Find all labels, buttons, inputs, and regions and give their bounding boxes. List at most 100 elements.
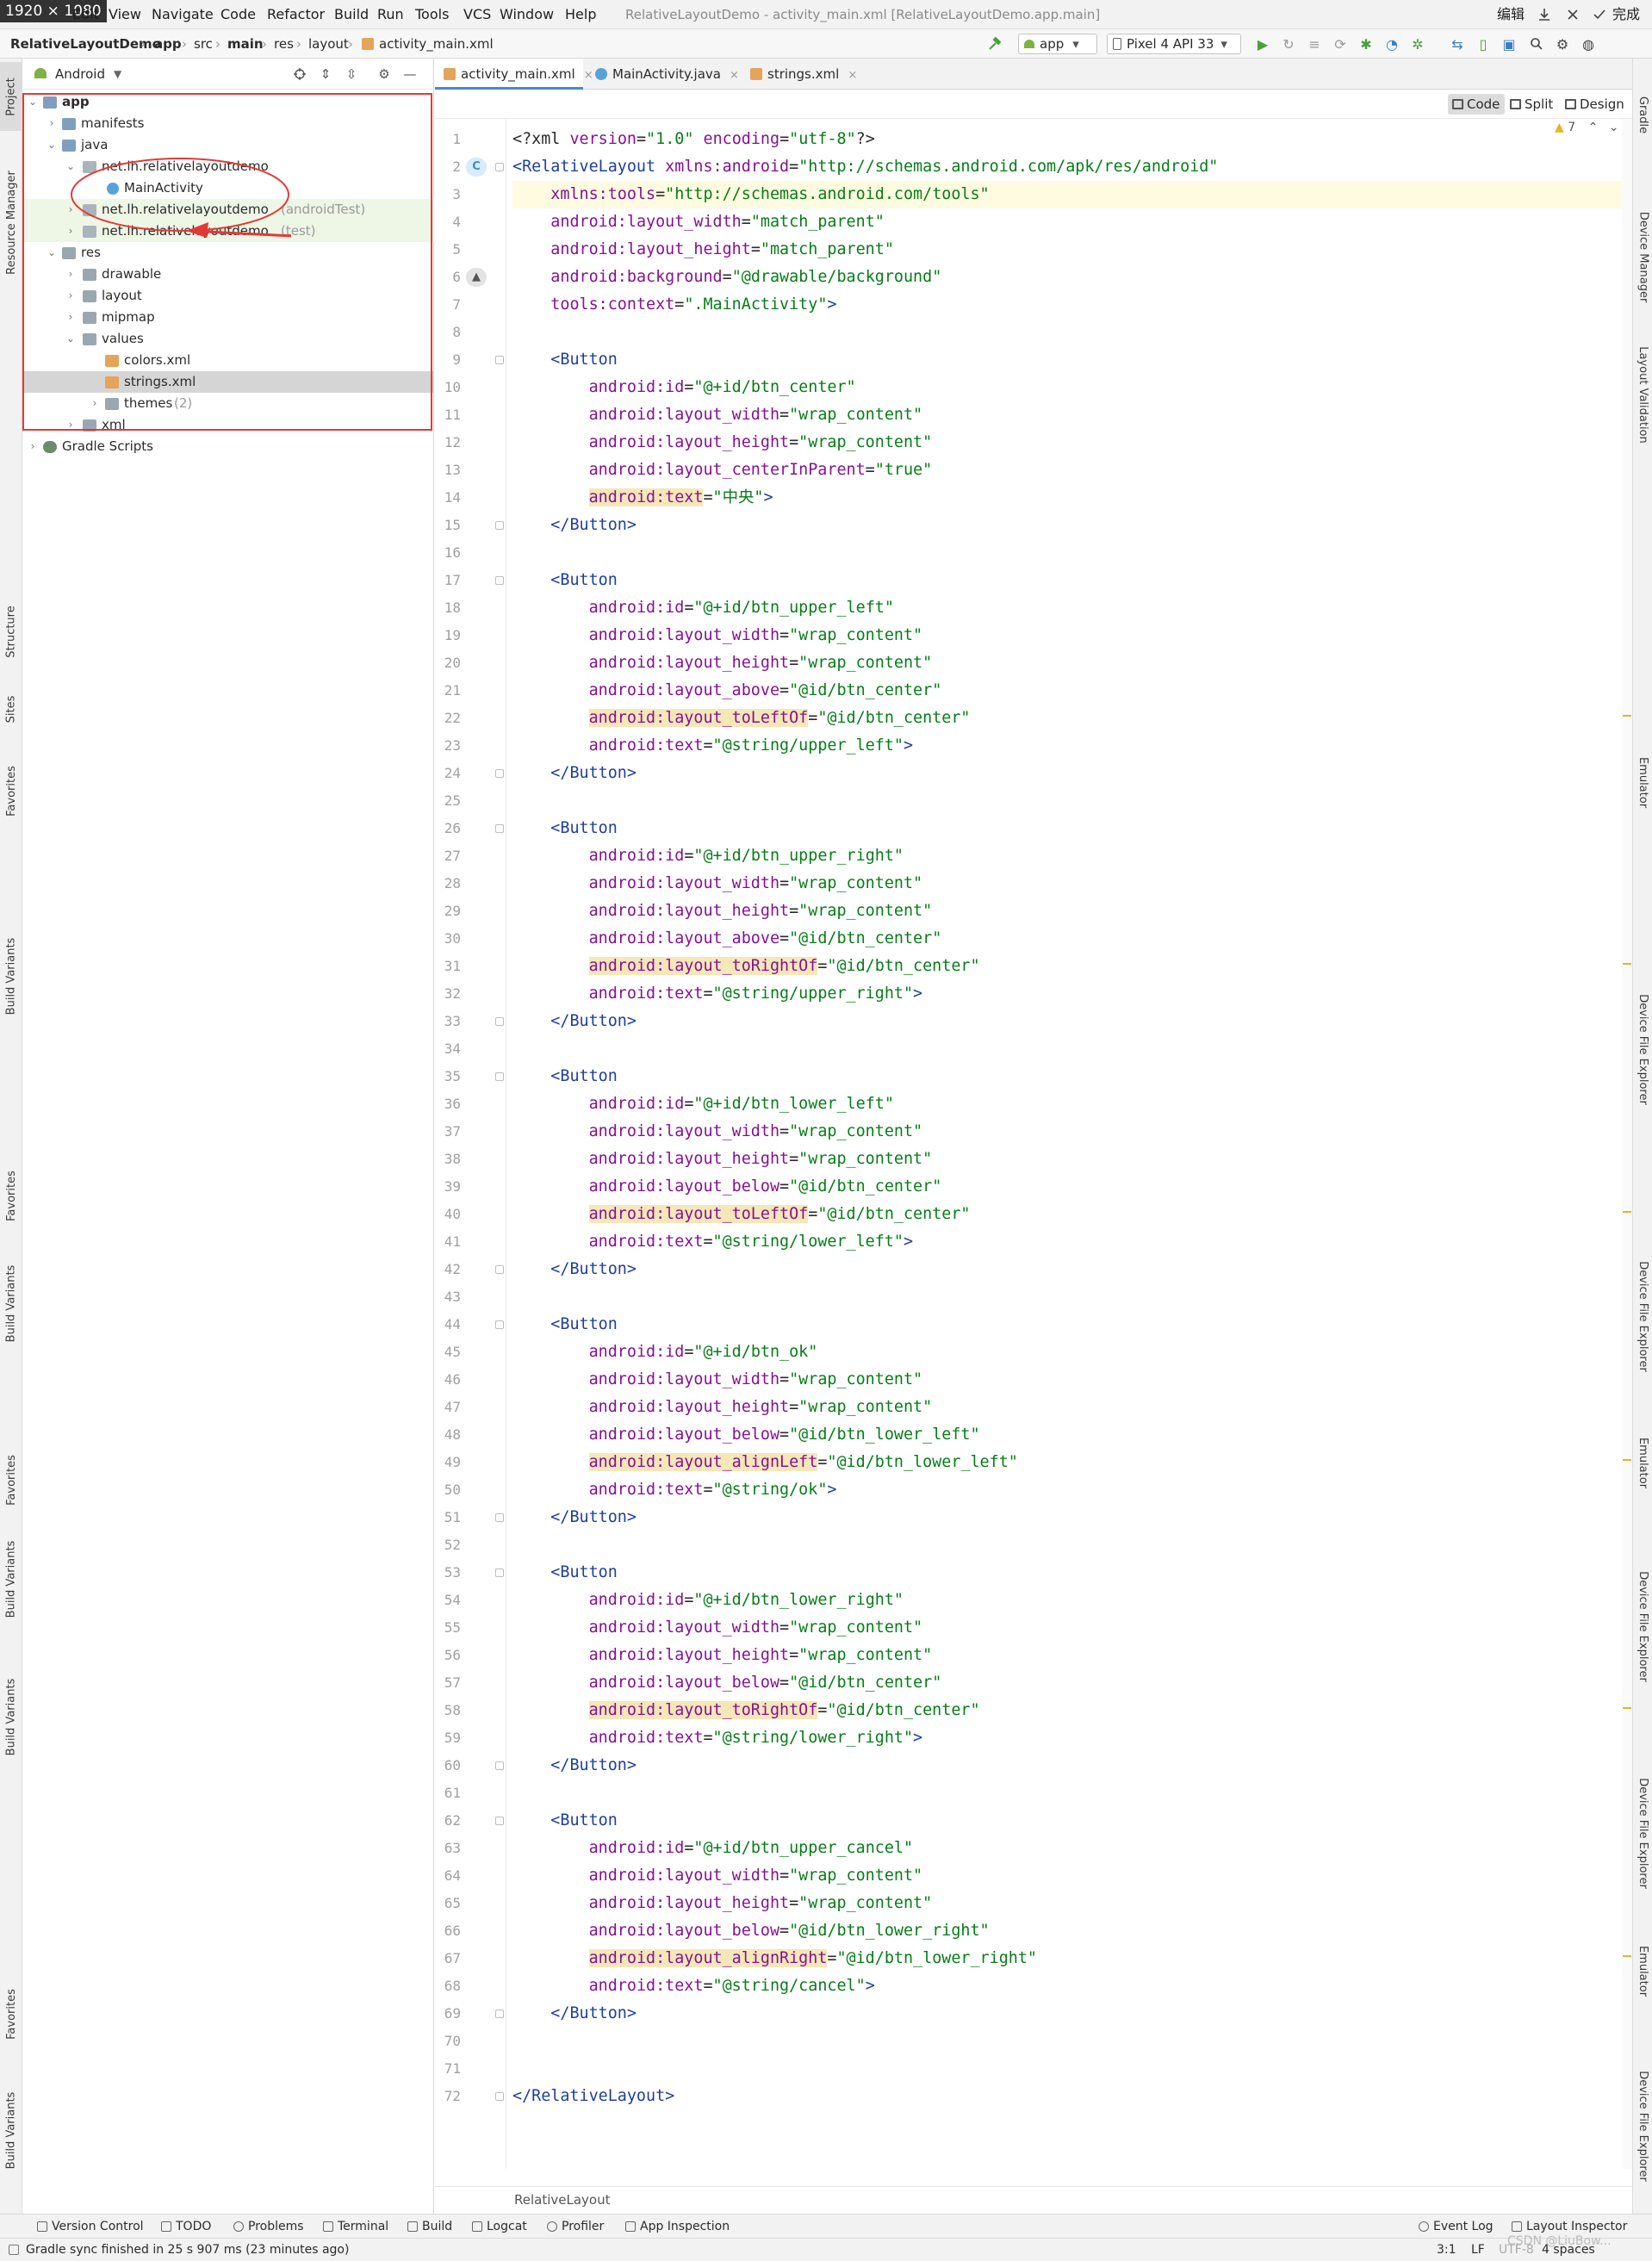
menu-build[interactable]: Build [334, 5, 369, 24]
code-line[interactable]: android:layout_toRightOf="@id/btn_center… [512, 1697, 1624, 1724]
menu-code[interactable]: Code [220, 5, 256, 24]
code-line[interactable]: android:id="@+id/btn_lower_right" [512, 1587, 1624, 1614]
code-line[interactable]: android:text="@string/upper_left"> [512, 732, 1624, 760]
line-separator[interactable]: LF [1471, 2239, 1485, 2261]
code-line[interactable]: android:layout_height="wrap_content" [512, 1394, 1624, 1421]
code-line[interactable]: </Button> [512, 760, 1624, 787]
code-line[interactable]: android:text="@string/lower_left"> [512, 1228, 1624, 1256]
tab-strings-xml[interactable]: strings.xml × [742, 59, 857, 90]
code-line[interactable]: <?xml version="1.0" encoding="utf-8"?> [512, 126, 1624, 153]
view-mode-split[interactable]: Split [1506, 94, 1558, 115]
tool-app-inspection[interactable]: App Inspection [623, 2214, 730, 2239]
close-icon[interactable]: × [848, 69, 857, 82]
fold-marker-icon[interactable] [495, 1568, 504, 1577]
device-manager-icon[interactable]: ▯ [1473, 34, 1494, 54]
warning-marker[interactable] [1623, 1211, 1631, 1213]
code-line[interactable]: android:layout_alignRight="@id/btn_lower… [512, 1945, 1624, 1972]
code-line[interactable]: android:layout_below="@id/btn_center" [512, 1173, 1624, 1201]
warning-marker[interactable] [1623, 715, 1631, 717]
tool-tab-emulator[interactable]: Emulator [1633, 1411, 1652, 1514]
code-line[interactable]: android:layout_width="wrap_content" [512, 401, 1624, 429]
code-line[interactable]: <RelativeLayout xmlns:android="http://sc… [512, 153, 1624, 181]
tool-tab-build-variants[interactable]: Build Variants [0, 2074, 22, 2186]
breadcrumb-app[interactable]: app [154, 29, 182, 59]
chevron-down-icon[interactable]: ▼ [114, 59, 121, 90]
code-line[interactable]: android:layout_width="wrap_content" [512, 622, 1624, 649]
menu-navigate[interactable]: Navigate [152, 5, 214, 24]
fold-marker-icon[interactable] [495, 1513, 504, 1522]
code-line[interactable]: <Button [512, 346, 1624, 374]
fold-marker-icon[interactable] [495, 576, 504, 585]
warning-marker[interactable] [1623, 1459, 1631, 1461]
debug-icon[interactable]: ✱ [1356, 34, 1376, 54]
code-line[interactable]: <Button [512, 567, 1624, 594]
breadcrumb-src[interactable]: src [194, 29, 213, 59]
locate-icon[interactable] [291, 65, 308, 83]
code-line[interactable]: android:layout_width="match_parent" [512, 208, 1624, 236]
tool-build[interactable]: Build [405, 2214, 452, 2239]
tool-tab-device-file-explorer[interactable]: Device File Explorer [1633, 1747, 1652, 1919]
tool-terminal[interactable]: Terminal [320, 2214, 388, 2239]
code-line[interactable]: android:text="@string/lower_right"> [512, 1724, 1624, 1752]
code-line[interactable]: android:id="@+id/btn_upper_right" [512, 842, 1624, 870]
code-line[interactable]: android:layout_width="wrap_content" [512, 1366, 1624, 1394]
code-line[interactable]: android:layout_above="@id/btn_center" [512, 925, 1624, 953]
view-mode-design[interactable]: Design [1561, 94, 1630, 115]
code-line[interactable]: android:layout_height="wrap_content" [512, 649, 1624, 677]
fold-marker-icon[interactable] [495, 521, 504, 530]
code-line[interactable]: android:layout_centerInParent="true" [512, 457, 1624, 484]
sdk-manager-icon[interactable]: ▣ [1499, 34, 1519, 54]
code-line[interactable]: </Button> [512, 512, 1624, 539]
menu-refactor[interactable]: Refactor [267, 5, 325, 24]
menu-window[interactable]: Window [500, 5, 554, 24]
fold-marker-icon[interactable] [495, 1265, 504, 1274]
code-line[interactable] [512, 1283, 1624, 1311]
code-line[interactable]: android:layout_height="match_parent" [512, 236, 1624, 264]
code-line[interactable]: android:id="@+id/btn_center" [512, 374, 1624, 401]
code-line[interactable]: android:layout_toLeftOf="@id/btn_center" [512, 1201, 1624, 1228]
fold-marker-icon[interactable] [495, 769, 504, 778]
collapse-all-icon[interactable]: ⇳ [343, 65, 360, 83]
code-line[interactable]: android:layout_height="wrap_content" [512, 1146, 1624, 1173]
breadcrumb-layout[interactable]: layout [308, 29, 349, 59]
menu-help[interactable]: Help [565, 5, 596, 24]
code-line[interactable]: android:layout_height="wrap_content" [512, 898, 1624, 925]
chevron-right-icon[interactable]: › [26, 436, 40, 457]
tool-tab-favorites[interactable]: Favorites [0, 748, 22, 834]
tree-node-gradle-scripts[interactable]: › Gradle Scripts [22, 436, 434, 457]
assistant-icon[interactable]: ◍ [1578, 34, 1599, 54]
code-line[interactable]: android:layout_toLeftOf="@id/btn_center" [512, 705, 1624, 732]
code-line[interactable]: android:layout_height="wrap_content" [512, 1642, 1624, 1669]
tool-tab-build-variants[interactable]: Build Variants [0, 1523, 22, 1635]
menu-view[interactable]: View [109, 5, 141, 24]
code-line[interactable]: android:layout_below="@id/btn_lower_left… [512, 1421, 1624, 1449]
profile-icon[interactable]: ◔ [1382, 34, 1402, 54]
tool-tab-project[interactable]: Project [0, 62, 22, 131]
xml-path-crumb[interactable]: RelativeLayout [514, 2192, 610, 2208]
tool-todo[interactable]: TODO [158, 2214, 211, 2239]
class-badge-icon[interactable]: C [466, 158, 487, 177]
tool-tab-build-variants[interactable]: Build Variants [0, 920, 22, 1032]
fold-marker-icon[interactable] [495, 2009, 504, 2018]
code-line[interactable]: </RelativeLayout> [512, 2083, 1624, 2110]
code-line[interactable]: </Button> [512, 1256, 1624, 1283]
code-line[interactable]: android:layout_below="@id/btn_lower_righ… [512, 1917, 1624, 1945]
tab-activity-main-xml[interactable]: activity_main.xml × [435, 59, 593, 90]
caret-position[interactable]: 3:1 [1437, 2239, 1456, 2261]
search-icon[interactable] [1526, 34, 1547, 54]
tool-tab-device-manager[interactable]: Device Manager [1633, 196, 1652, 317]
tool-tab-device-file-explorer[interactable]: Device File Explorer [1633, 963, 1652, 1135]
code-line[interactable]: android:layout_width="wrap_content" [512, 1862, 1624, 1890]
code-line[interactable]: android:layout_toRightOf="@id/btn_center… [512, 953, 1624, 980]
fold-marker-icon[interactable] [495, 1761, 504, 1770]
code-line[interactable] [512, 1780, 1624, 1807]
code-line[interactable]: android:layout_alignLeft="@id/btn_lower_… [512, 1449, 1624, 1476]
expand-all-icon[interactable]: ⇕ [317, 65, 334, 83]
fold-marker-icon[interactable] [495, 1817, 504, 1825]
code-line[interactable]: android:id="@+id/btn_upper_left" [512, 594, 1624, 622]
minimize-icon[interactable]: — [401, 65, 419, 83]
fold-marker-icon[interactable] [495, 1320, 504, 1329]
tool-tab-device-file-explorer[interactable]: Device File Explorer [1633, 2040, 1652, 2212]
code-line[interactable]: xmlns:tools="http://schemas.android.com/… [512, 181, 1624, 208]
tool-version-control[interactable]: Version Control [34, 2214, 144, 2239]
